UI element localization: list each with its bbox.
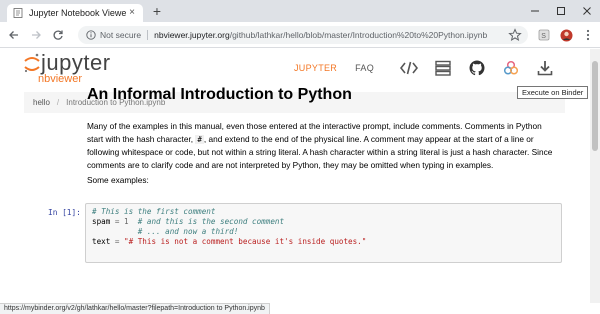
maximize-button[interactable]	[548, 0, 574, 22]
url-text[interactable]: nbviewer.jupyter.org/github/lathkar/hell…	[154, 30, 528, 40]
browser-toolbar: Not secure nbviewer.jupyter.org/github/l…	[0, 22, 600, 48]
extension-button[interactable]: S	[536, 27, 552, 43]
cell-input-area[interactable]: # This is the first comment spam = 1 # a…	[85, 203, 562, 263]
arrow-left-icon	[9, 31, 18, 39]
view-slides-button[interactable]	[434, 59, 452, 77]
download-button[interactable]	[536, 59, 554, 77]
window-controls	[522, 0, 600, 22]
browser-titlebar: Jupyter Notebook Viewer × +	[0, 0, 600, 22]
code-icon	[400, 61, 418, 75]
status-bar-link-preview: https://mybinder.org/v2/gh/lathkar/hello…	[0, 303, 270, 314]
logo-subtitle: nbviewer	[38, 73, 83, 85]
logo-word: jupyter	[41, 50, 111, 75]
tab-close-icon[interactable]: ×	[127, 8, 137, 18]
code-string: "# This is not a comment because it's in…	[124, 237, 367, 246]
page-content: jupyter nbviewer JUPYTER FAQ hello / Int…	[0, 49, 590, 303]
profile-button[interactable]	[558, 27, 574, 43]
code-name: text	[92, 237, 111, 246]
security-label: Not secure	[100, 30, 142, 40]
nbviewer-logo[interactable]: jupyter nbviewer	[24, 52, 111, 85]
jupyter-orbit-icon	[24, 53, 40, 73]
minimize-icon	[531, 10, 539, 12]
code-cell[interactable]: In [1]: # This is the first comment spam…	[24, 203, 565, 263]
maximize-icon	[557, 7, 565, 15]
nav-link-faq[interactable]: FAQ	[355, 63, 374, 73]
browser-tab[interactable]: Jupyter Notebook Viewer ×	[7, 4, 143, 22]
extension-icon: S	[538, 29, 550, 41]
page-scrollbar[interactable]	[590, 49, 600, 303]
url-path: /github/lathkar/hello/blob/master/Introd…	[229, 30, 488, 40]
code-comment: # ... and now a third!	[92, 227, 239, 236]
jupyter-logo-text: jupyter	[24, 52, 111, 74]
scrollbar-thumb[interactable]	[592, 61, 598, 151]
breadcrumb-separator: /	[56, 98, 60, 107]
github-icon	[469, 60, 485, 76]
view-source-button[interactable]	[400, 59, 418, 77]
inline-code-hash: #	[195, 134, 204, 144]
close-window-button[interactable]	[574, 0, 600, 22]
info-icon[interactable]	[86, 30, 96, 40]
binder-tooltip: Execute on Binder	[517, 86, 589, 99]
tab-title: Jupyter Notebook Viewer	[29, 8, 127, 18]
code-comment: # and this is the second comment	[128, 217, 285, 226]
svg-text:S: S	[541, 33, 546, 40]
back-button[interactable]	[6, 27, 22, 43]
new-tab-button[interactable]: +	[150, 4, 164, 18]
download-icon	[537, 61, 553, 76]
paragraph-comments: Many of the examples in this manual, eve…	[87, 120, 557, 171]
reload-button[interactable]	[50, 27, 66, 43]
notebook-favicon-icon	[13, 8, 23, 18]
cell-prompt: In [1]:	[48, 208, 81, 217]
breadcrumb-home[interactable]: hello	[33, 98, 50, 107]
binder-icon	[503, 60, 519, 75]
avatar	[560, 29, 572, 41]
execute-on-binder-button[interactable]	[502, 59, 520, 77]
code-operator: =	[110, 237, 125, 246]
arrow-right-icon	[32, 31, 41, 39]
address-bar[interactable]: Not secure nbviewer.jupyter.org/github/l…	[78, 26, 528, 44]
code-comment: # This is the first comment	[92, 207, 216, 216]
paragraph-examples: Some examples:	[87, 175, 149, 185]
url-host: nbviewer.jupyter.org	[154, 30, 230, 40]
github-button[interactable]	[468, 59, 486, 77]
kebab-menu-icon	[586, 29, 590, 41]
omnibox-divider	[147, 30, 149, 40]
forward-button[interactable]	[28, 27, 44, 43]
reload-icon	[53, 30, 63, 40]
minimize-button[interactable]	[522, 0, 548, 22]
close-icon	[583, 7, 591, 15]
code-name: spam	[92, 217, 111, 226]
nav-link-jupyter[interactable]: JUPYTER	[294, 63, 337, 73]
page-title: An Informal Introduction to Python	[87, 86, 352, 103]
bookmark-star-icon[interactable]	[508, 28, 522, 42]
server-stack-icon	[435, 60, 451, 76]
code-operator: =	[110, 217, 125, 226]
browser-menu-button[interactable]	[580, 27, 596, 43]
site-nav: JUPYTER FAQ	[294, 59, 562, 77]
